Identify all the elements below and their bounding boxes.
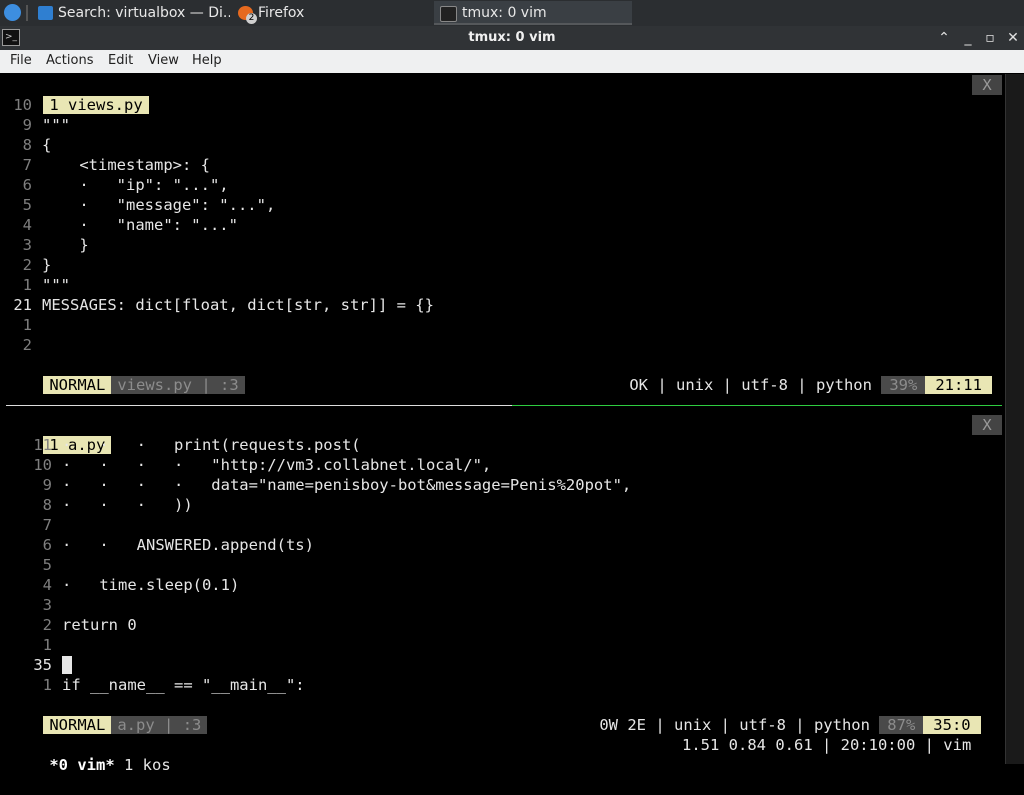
line-number: 5 — [42, 556, 52, 574]
line-number: 10 — [33, 456, 52, 474]
code-text: { — [42, 136, 52, 154]
task-label: Search: virtualbox — Di... — [58, 5, 230, 21]
menubar: File Actions Edit View Help — [0, 50, 1024, 73]
pane1-close-button[interactable]: X — [972, 75, 1002, 95]
code-text: · "ip": "...", — [42, 176, 229, 194]
mode-indicator: NORMAL — [43, 376, 112, 394]
pane-divider[interactable] — [6, 405, 512, 406]
code-text: · · · print(requests.post( — [62, 436, 361, 454]
menu-edit[interactable]: Edit — [108, 53, 133, 68]
code-text: · · · · data="name=penisboy-bot&message=… — [62, 476, 632, 494]
code-text: · time.sleep(0.1) — [62, 576, 240, 594]
line-number: 21 — [13, 296, 32, 314]
status-position: 35:0 — [923, 716, 981, 734]
terminal-view[interactable]: 1 views.py X 10 9 """ 8 {7 <timestamp>: { 6 ·… — [0, 74, 1024, 774]
taskbar: Search: virtualbox — Di... 2 Firefox tmu… — [0, 0, 1024, 26]
line-number: 35 — [33, 656, 52, 674]
task-label: Firefox — [258, 5, 305, 21]
status-filename: views.py | :3 — [111, 376, 245, 394]
code-text: · · ANSWERED.append(ts) — [62, 536, 314, 554]
menu-actions[interactable]: Actions — [46, 53, 94, 68]
line-number: 3 — [22, 236, 32, 254]
pane-divider-active[interactable] — [512, 405, 1002, 406]
text-cursor — [62, 656, 72, 674]
task-search-virtualbox[interactable]: Search: virtualbox — Di... — [34, 1, 230, 25]
line-number: 2 — [42, 616, 52, 634]
line-number: 2 — [22, 336, 32, 354]
line-number: 7 — [42, 516, 52, 534]
code-text: MESSAGES: dict[float, dict[str, str]] = … — [42, 296, 434, 314]
status-fileinfo: 0W 2E | unix | utf-8 | python — [599, 716, 870, 734]
line-number: 4 — [22, 216, 32, 234]
line-number: 5 — [22, 196, 32, 214]
tab-filename: views.py — [68, 96, 143, 114]
code-text: · "name": "..." — [42, 216, 238, 234]
line-number: 6 — [42, 536, 52, 554]
taskbar-separator — [26, 5, 28, 21]
line-number: 1 — [22, 316, 32, 334]
menu-file[interactable]: File — [10, 53, 32, 68]
menu-help[interactable]: Help — [192, 53, 222, 68]
task-firefox[interactable]: 2 Firefox — [234, 1, 430, 25]
code-text: · · · · "http://vm3.collabnet.local/", — [62, 456, 492, 474]
terminal-scrollbar[interactable] — [1005, 74, 1024, 764]
status-percent: 39% — [881, 376, 926, 394]
pane1-tabline: 1 views.py — [6, 75, 149, 114]
line-number: 9 — [42, 476, 52, 494]
maximize-icon[interactable]: ▫ — [980, 28, 1000, 48]
line-number: 2 — [22, 256, 32, 274]
line-number: 3 — [42, 596, 52, 614]
window-titlebar[interactable]: >_ tmux: 0 vim ⌃ _ ▫ ✕ — [0, 26, 1024, 50]
pane2-status-right: 0W 2E | unix | utf-8 | python 87% 35:0 — [562, 695, 981, 734]
task-tmux[interactable]: tmux: 0 vim — [434, 1, 632, 25]
code-text: <timestamp>: { — [42, 156, 210, 174]
dolphin-icon — [38, 6, 53, 20]
line-number: 9 — [22, 116, 32, 134]
code-text: · · · )) — [62, 496, 193, 514]
tmux-window-other[interactable]: 1 kos — [124, 756, 171, 774]
line-number: 4 — [42, 576, 52, 594]
tmux-window-list: *0 vim* 1 kos — [12, 735, 170, 774]
code-text: } — [42, 236, 89, 254]
line-number: 1 — [42, 636, 52, 654]
code-text: return 0 — [62, 616, 137, 634]
line-number: 8 — [42, 496, 52, 514]
task-label: tmux: 0 vim — [462, 5, 547, 21]
code-text: """ — [42, 276, 70, 294]
mode-indicator: NORMAL — [43, 716, 112, 734]
line-number: 8 — [22, 136, 32, 154]
tab-number: 1 — [49, 96, 59, 114]
pane1-status-right: OK | unix | utf-8 | python 39% 21:11 — [592, 355, 992, 394]
tmux-status-right: 1.51 0.84 0.61 | 20:10:00 | vim — [682, 736, 972, 754]
status-position: 21:11 — [925, 376, 992, 394]
line-number: 7 — [22, 156, 32, 174]
code-text: · "message": "...", — [42, 196, 276, 214]
status-fileinfo: OK | unix | utf-8 | python — [629, 376, 872, 394]
tmux-window-active[interactable]: *0 vim* — [49, 756, 114, 774]
close-icon[interactable]: ✕ — [1003, 28, 1023, 48]
pane2-close-button[interactable]: X — [972, 415, 1002, 435]
menu-view[interactable]: View — [148, 53, 179, 68]
notification-badge: 2 — [246, 13, 257, 24]
pane1-tab[interactable]: 1 views.py — [43, 96, 149, 114]
line-number: 11 — [33, 436, 52, 454]
terminal-icon — [440, 6, 457, 22]
code-text: """ — [42, 116, 70, 134]
code-text: if __name__ == "__main__": — [62, 676, 305, 694]
line-number: 1 — [22, 276, 32, 294]
app-launcher-icon[interactable] — [4, 4, 21, 21]
pane2-tabline: 1 a.py — [6, 415, 112, 454]
status-percent: 87% — [879, 716, 924, 734]
line-number: 10 — [13, 96, 32, 114]
status-filename: a.py | :3 — [111, 716, 208, 734]
window-title: tmux: 0 vim — [468, 30, 556, 45]
minimize-icon[interactable]: _ — [958, 28, 978, 48]
line-number: 1 — [42, 676, 52, 694]
keep-above-icon[interactable]: ⌃ — [934, 28, 954, 48]
code-text: } — [42, 256, 52, 274]
line-number: 6 — [22, 176, 32, 194]
